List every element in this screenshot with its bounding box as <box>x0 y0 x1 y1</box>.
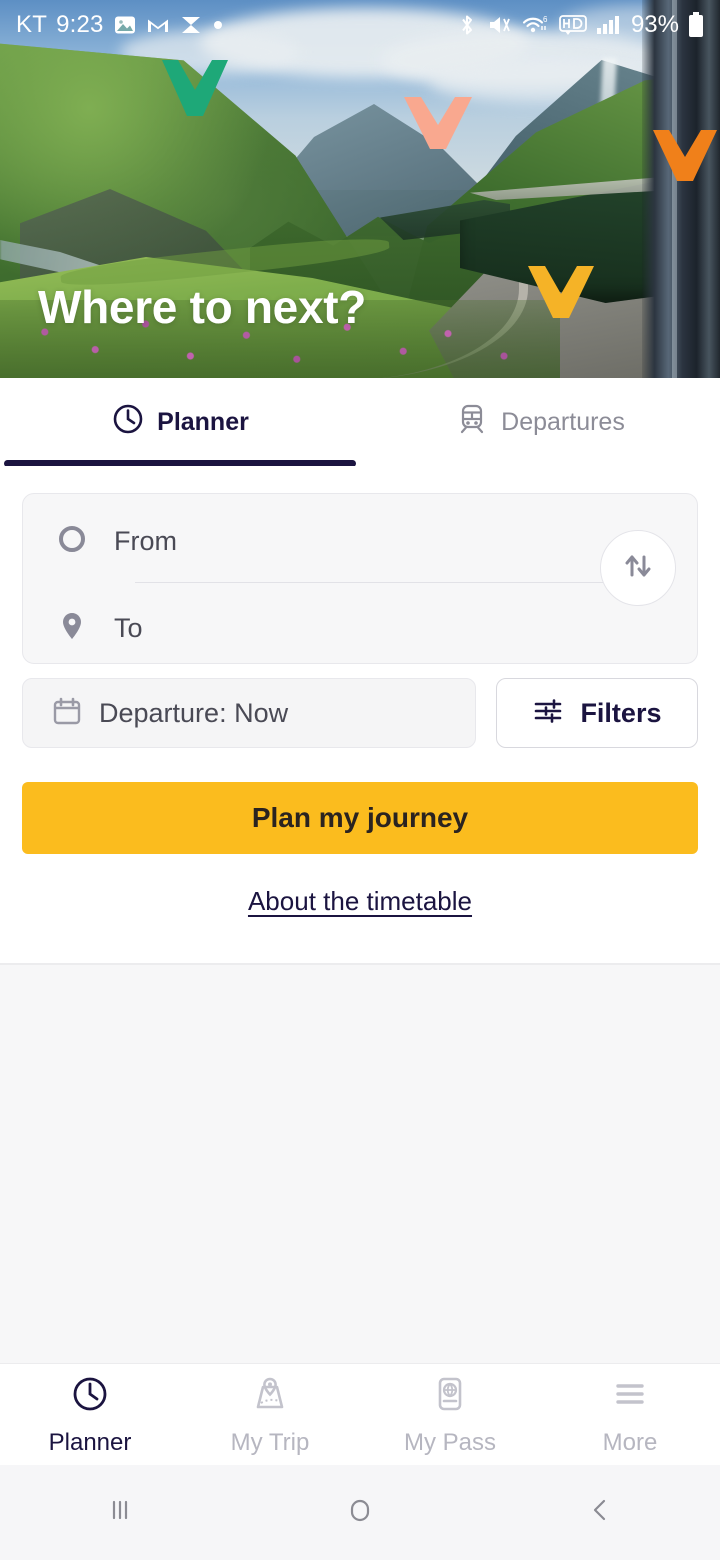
empty-results-area <box>0 965 720 1363</box>
nav-item-planner[interactable]: Planner <box>0 1364 180 1465</box>
segment-tabs: Planner Departures <box>0 378 720 466</box>
filters-button[interactable]: Filters <box>495 678 698 748</box>
origin-destination-card: From To <box>22 493 698 664</box>
battery-icon <box>688 12 704 38</box>
recents-button[interactable] <box>0 1492 240 1533</box>
hero-image: Where to next? <box>0 0 720 378</box>
nav-more-label: More <box>602 1428 658 1456</box>
departure-time-button[interactable]: Departure: Now <box>22 678 476 748</box>
filters-label: Filters <box>580 697 662 728</box>
photos-icon <box>113 13 137 37</box>
carrier-label: KT <box>16 11 48 38</box>
options-row: Departure: Now Filters <box>22 678 698 748</box>
svg-text:6: 6 <box>543 15 548 24</box>
hero-title: Where to next? <box>38 281 367 333</box>
app-screen: Where to next? KT 9:23 6 93% Planner Dep… <box>0 0 720 1560</box>
nav-planner-label: Planner <box>48 1428 132 1456</box>
vibrate-mute-icon <box>487 13 513 37</box>
tab-departures-label: Departures <box>501 407 625 436</box>
sliders-icon <box>532 695 564 732</box>
hamburger-icon <box>609 1373 651 1420</box>
chevron-orange <box>653 130 717 185</box>
calendar-icon <box>51 695 83 732</box>
nav-item-my-pass[interactable]: My Pass <box>360 1364 540 1465</box>
home-button[interactable] <box>240 1492 480 1533</box>
clock-icon <box>111 402 145 443</box>
android-system-navigation <box>0 1465 720 1560</box>
chevron-yellow <box>528 266 594 322</box>
back-chevron-icon <box>582 1492 618 1533</box>
from-field[interactable]: From <box>55 522 177 561</box>
back-button[interactable] <box>480 1492 720 1533</box>
about-timetable-link[interactable]: About the timetable <box>0 886 720 917</box>
nav-my-trip-label: My Trip <box>230 1428 310 1456</box>
tab-planner[interactable]: Planner <box>0 378 360 466</box>
map-pin-icon <box>55 609 89 648</box>
train-window-frame <box>642 0 720 378</box>
nav-item-my-trip[interactable]: My Trip <box>180 1364 360 1465</box>
map-route-icon <box>249 1373 291 1420</box>
plan-journey-button[interactable]: Plan my journey <box>22 782 698 854</box>
swap-button[interactable] <box>600 530 676 606</box>
bluetooth-icon <box>456 13 478 37</box>
hd-icon <box>559 14 587 36</box>
wifi6-icon: 6 <box>522 13 550 37</box>
swap-arrows-icon <box>620 547 656 590</box>
status-bar: KT 9:23 6 93% <box>0 0 720 50</box>
home-circle-icon <box>342 1492 378 1533</box>
dot-icon <box>212 19 224 31</box>
clock-label: 9:23 <box>56 11 104 38</box>
passport-globe-icon <box>429 1373 471 1420</box>
nav-item-more[interactable]: More <box>540 1364 720 1465</box>
to-field[interactable]: To <box>55 609 143 648</box>
field-divider <box>135 582 608 583</box>
clock-icon <box>69 1373 111 1420</box>
chevron-green <box>162 60 228 120</box>
planner-form: From To Departure: Now Filters Plan my j… <box>0 466 720 965</box>
bottom-navigation: Planner My Trip My Pass More <box>0 1363 720 1465</box>
nav-my-pass-label: My Pass <box>403 1428 496 1456</box>
capcut-icon <box>179 13 203 37</box>
recents-icon <box>102 1492 138 1533</box>
from-label: From <box>114 526 177 556</box>
train-icon <box>455 402 489 443</box>
tab-planner-label: Planner <box>157 407 249 436</box>
to-label: To <box>114 613 143 643</box>
circle-outline-icon <box>55 522 89 561</box>
tab-departures[interactable]: Departures <box>360 378 720 466</box>
departure-time-label: Departure: Now <box>99 697 289 728</box>
signal-bars-icon <box>596 13 622 37</box>
gmail-icon <box>146 13 170 37</box>
chevron-salmon <box>404 97 472 153</box>
battery-percent-label: 93% <box>630 11 679 38</box>
